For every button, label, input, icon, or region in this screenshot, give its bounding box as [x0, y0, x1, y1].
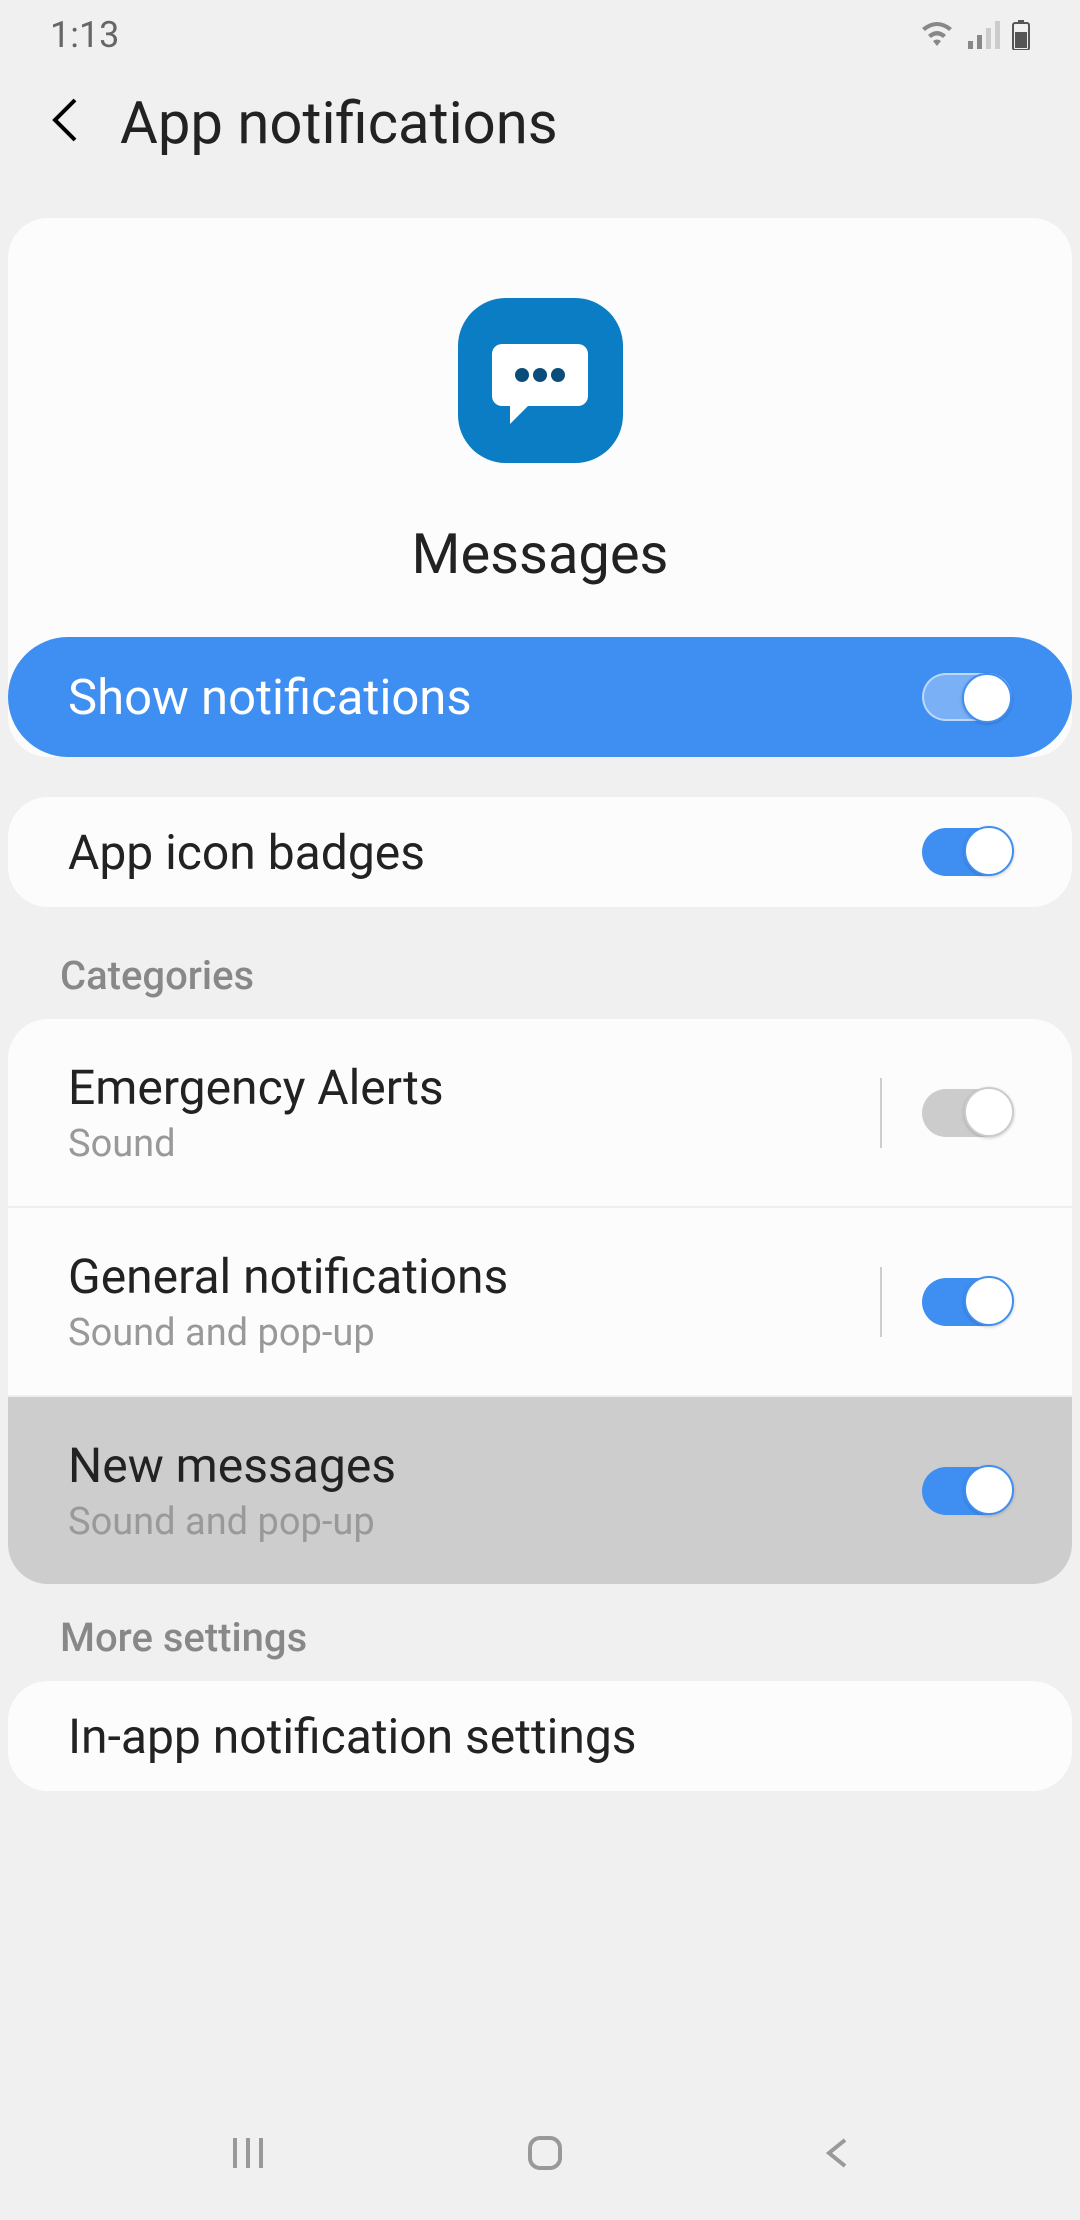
more-settings-section-header: More settings — [0, 1584, 1080, 1681]
category-title: Emergency Alerts — [68, 1059, 444, 1116]
battery-icon — [1012, 20, 1030, 50]
recents-button[interactable] — [223, 2128, 273, 2182]
show-notifications-toggle[interactable] — [922, 673, 1012, 721]
category-new-messages[interactable]: New messages Sound and pop-up — [8, 1395, 1072, 1584]
category-subtitle: Sound and pop-up — [68, 1311, 508, 1355]
divider — [880, 1078, 882, 1148]
in-app-notification-settings-row[interactable]: In-app notification settings — [8, 1681, 1072, 1791]
categories-section-header: Categories — [0, 922, 1080, 1019]
categories-card: Emergency Alerts Sound General notificat… — [8, 1019, 1072, 1584]
category-subtitle: Sound and pop-up — [68, 1500, 396, 1544]
show-notifications-toggle-row[interactable]: Show notifications — [8, 637, 1072, 757]
category-title: General notifications — [68, 1248, 508, 1305]
general-notifications-toggle[interactable] — [922, 1278, 1012, 1326]
category-subtitle: Sound — [68, 1122, 444, 1166]
app-icon-badges-label: App icon badges — [68, 824, 425, 881]
navigation-bar — [0, 2090, 1080, 2220]
in-app-notification-settings-label: In-app notification settings — [68, 1708, 637, 1765]
home-button[interactable] — [520, 2128, 570, 2182]
app-icon-badges-toggle[interactable] — [922, 828, 1012, 876]
signal-icon — [968, 21, 1000, 49]
page-title: App notifications — [120, 90, 558, 158]
show-notifications-label: Show notifications — [68, 669, 472, 726]
category-title: New messages — [68, 1437, 396, 1494]
back-button[interactable] — [50, 95, 80, 154]
divider — [880, 1267, 882, 1337]
new-messages-toggle[interactable] — [922, 1467, 1012, 1515]
messages-app-icon — [458, 298, 623, 463]
status-icons — [918, 20, 1030, 50]
app-icon-badges-row[interactable]: App icon badges — [8, 797, 1072, 907]
wifi-icon — [918, 20, 956, 50]
divider — [880, 1456, 882, 1526]
status-bar: 1:13 — [0, 0, 1080, 70]
emergency-alerts-toggle[interactable] — [922, 1089, 1012, 1137]
page-header: App notifications — [0, 70, 1080, 208]
category-emergency-alerts[interactable]: Emergency Alerts Sound — [8, 1019, 1072, 1206]
category-general-notifications[interactable]: General notifications Sound and pop-up — [8, 1206, 1072, 1395]
app-name: Messages — [412, 521, 669, 587]
status-time: 1:13 — [50, 14, 119, 56]
back-nav-button[interactable] — [817, 2128, 857, 2182]
app-info-card: Messages Show notifications — [8, 218, 1072, 757]
